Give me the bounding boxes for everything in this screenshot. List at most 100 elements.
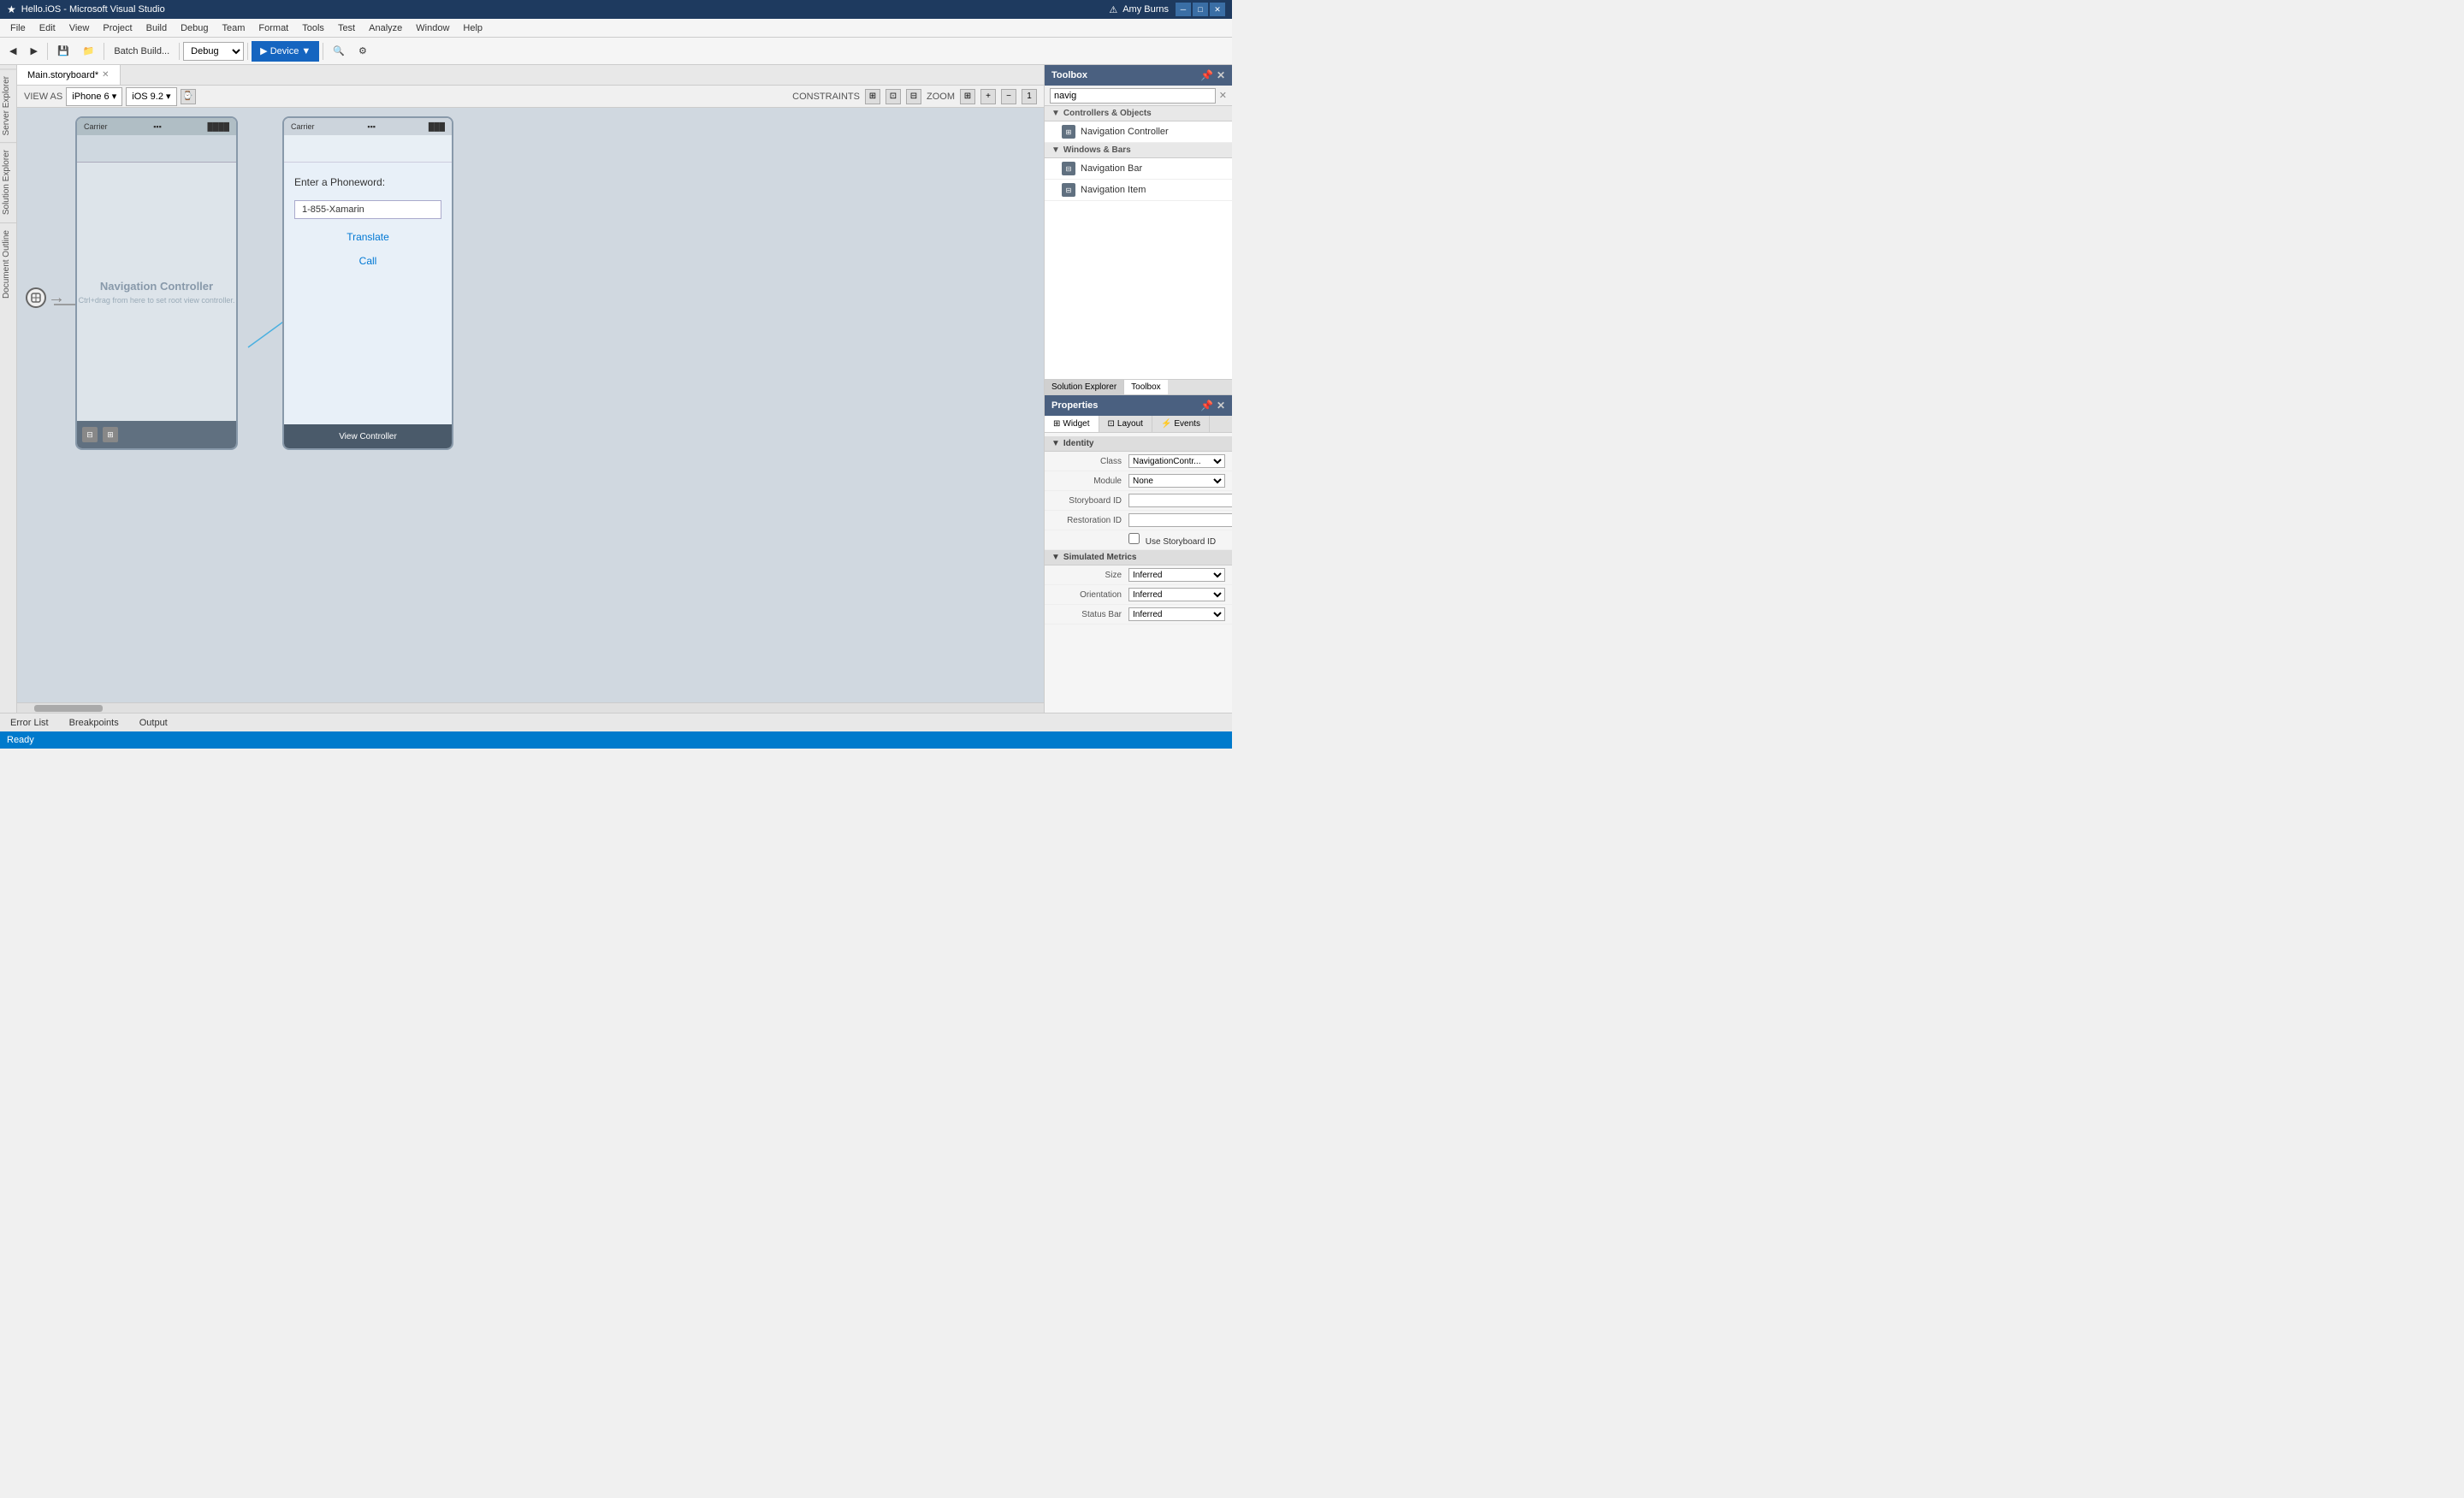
zoom-fit-btn[interactable]: ⊞: [960, 89, 975, 104]
toolbar-icon-btn2[interactable]: ⚙: [352, 41, 373, 62]
call-btn[interactable]: Call: [294, 255, 441, 267]
storyboard-tab-main[interactable]: Main.storyboard* ✕: [17, 65, 121, 85]
constraints-btn2[interactable]: ⊡: [886, 89, 901, 104]
storyboard-controls: VIEW AS iPhone 6 ▾ iOS 9.2 ▾ ⌚ CONSTRAIN…: [17, 86, 1044, 108]
prop-row-orientation: Orientation Inferred: [1045, 585, 1232, 605]
debug-select[interactable]: Debug Release: [183, 42, 244, 61]
canvas-content: → Carrier ▪▪▪ ████: [17, 108, 616, 621]
nav-controller-phone[interactable]: Carrier ▪▪▪ ████ Navigation Controller C…: [75, 116, 238, 450]
menu-view[interactable]: View: [62, 21, 97, 35]
vc-status-bar: Carrier ▪▪▪ ███: [284, 118, 452, 135]
widget-tab-label: Widget: [1063, 419, 1089, 429]
properties-close-btn[interactable]: ✕: [1217, 400, 1225, 412]
toolbox-section-controllers[interactable]: ▼ Controllers & Objects: [1045, 106, 1232, 121]
menu-edit[interactable]: Edit: [33, 21, 62, 35]
constraints-btn3[interactable]: ⊟: [906, 89, 921, 104]
class-label: Class: [1051, 457, 1128, 466]
toolbox-item-nav-item[interactable]: ⊟ Navigation Item: [1045, 180, 1232, 201]
toolbox-section-windows[interactable]: ▼ Windows & Bars: [1045, 143, 1232, 158]
zoom-out-btn[interactable]: −: [1001, 89, 1016, 104]
menu-team[interactable]: Team: [216, 21, 252, 35]
menu-project[interactable]: Project: [96, 21, 139, 35]
window-controls: ─ □ ✕: [1176, 3, 1225, 16]
menu-tools[interactable]: Tools: [295, 21, 331, 35]
minimize-button[interactable]: ─: [1176, 3, 1191, 16]
toolbox-title: Toolbox: [1051, 70, 1087, 80]
size-select[interactable]: Inferred: [1128, 568, 1225, 582]
prop-tab-events[interactable]: ⚡ Events: [1152, 416, 1210, 432]
run-button[interactable]: ▶ Device ▼: [252, 41, 319, 62]
left-sidebar: Server Explorer Solution Explorer Docume…: [0, 65, 17, 713]
menu-build[interactable]: Build: [139, 21, 174, 35]
ios-select[interactable]: iOS 9.2 ▾: [126, 87, 176, 106]
menu-format[interactable]: Format: [252, 21, 295, 35]
use-storyboard-checkbox[interactable]: [1128, 533, 1140, 544]
zoom-in-btn[interactable]: +: [980, 89, 996, 104]
menu-analyze[interactable]: Analyze: [362, 21, 409, 35]
canvas-area[interactable]: → Carrier ▪▪▪ ████: [17, 108, 1044, 702]
menu-debug[interactable]: Debug: [174, 21, 215, 35]
toolbox-search-input[interactable]: [1050, 88, 1216, 104]
restoration-id-input[interactable]: [1128, 513, 1232, 527]
prop-tab-widget[interactable]: ⊞ Widget: [1045, 416, 1099, 432]
restore-button[interactable]: □: [1193, 3, 1208, 16]
device-select[interactable]: iPhone 6 ▾: [66, 87, 122, 106]
toolbar-save-btn[interactable]: 💾: [51, 41, 75, 62]
menu-help[interactable]: Help: [456, 21, 489, 35]
toolbar-icon-btn1[interactable]: 🔍: [327, 41, 351, 62]
events-tab-icon: ⚡: [1161, 419, 1171, 429]
status-bar-label: Status Bar: [1051, 610, 1128, 619]
hscroll-thumb[interactable]: [34, 705, 103, 712]
entry-point: →: [26, 287, 65, 308]
layout-tab-icon: ⊡: [1108, 419, 1115, 429]
toolbar-sep1: [47, 43, 48, 60]
identity-label: Identity: [1063, 439, 1094, 448]
breakpoints-tab[interactable]: Breakpoints: [66, 716, 122, 730]
menu-window[interactable]: Window: [409, 21, 456, 35]
output-tab[interactable]: Output: [136, 716, 171, 730]
toolbox-close-btn[interactable]: ✕: [1217, 69, 1225, 81]
storyboard-tab-close[interactable]: ✕: [102, 70, 109, 80]
storyboard-id-input[interactable]: [1128, 494, 1232, 507]
toolbox-search-clear[interactable]: ✕: [1219, 90, 1227, 101]
class-select[interactable]: NavigationContr...: [1128, 454, 1225, 468]
toolbox-item-nav-controller[interactable]: ⊞ Navigation Controller: [1045, 121, 1232, 143]
simulated-collapse-icon: ▼: [1051, 553, 1060, 562]
prop-row-restoration-id: Restoration ID: [1045, 511, 1232, 530]
canvas-hscroll[interactable]: [17, 702, 1044, 713]
toolbar-back-btn[interactable]: ◀: [3, 41, 22, 62]
entry-arrow-icon: →: [48, 288, 65, 308]
phoneword-input[interactable]: 1-855-Xamarin: [294, 200, 441, 219]
toolbox-items: ▼ Controllers & Objects ⊞ Navigation Con…: [1045, 106, 1232, 379]
properties-pin-btn[interactable]: 📌: [1200, 400, 1213, 412]
toolbox-pin-btn[interactable]: 📌: [1200, 69, 1213, 81]
watch-btn[interactable]: ⌚: [181, 89, 196, 104]
right-panel: Toolbox 📌 ✕ ✕ ▼ Controllers & Objects ⊞ …: [1044, 65, 1232, 713]
toolbar-forward-btn[interactable]: ▶: [24, 41, 43, 62]
sidebar-server-explorer[interactable]: Server Explorer: [0, 68, 16, 142]
toolbar-icon-add: ⊞: [103, 427, 118, 442]
view-controller-phone[interactable]: Carrier ▪▪▪ ███ Enter a Phoneword: 1-855…: [282, 116, 453, 450]
simulated-metrics-header[interactable]: ▼ Simulated Metrics: [1045, 550, 1232, 565]
menu-file[interactable]: File: [3, 21, 33, 35]
toolbox-tab[interactable]: Toolbox: [1123, 380, 1167, 394]
batch-build-btn[interactable]: Batch Build...: [108, 41, 175, 62]
sidebar-document-outline[interactable]: Document Outline: [0, 222, 16, 305]
translate-btn[interactable]: Translate: [294, 231, 441, 243]
error-list-tab[interactable]: Error List: [7, 716, 52, 730]
prop-tab-layout[interactable]: ⊡ Layout: [1099, 416, 1152, 432]
toolbar-open-btn[interactable]: 📁: [77, 41, 101, 62]
zoom-actual-btn[interactable]: 1: [1022, 89, 1037, 104]
status-bar-select[interactable]: Inferred: [1128, 607, 1225, 621]
section-collapse-icon: ▼: [1051, 109, 1060, 118]
toolbox-item-nav-bar[interactable]: ⊟ Navigation Bar: [1045, 158, 1232, 180]
sidebar-solution-explorer[interactable]: Solution Explorer: [0, 142, 16, 222]
identity-section-header[interactable]: ▼ Identity: [1045, 436, 1232, 452]
solution-explorer-tab[interactable]: Solution Explorer: [1045, 380, 1123, 394]
menu-test[interactable]: Test: [331, 21, 362, 35]
close-button[interactable]: ✕: [1210, 3, 1225, 16]
constraints-btn1[interactable]: ⊞: [865, 89, 880, 104]
orientation-select[interactable]: Inferred: [1128, 588, 1225, 601]
module-select[interactable]: None: [1128, 474, 1225, 488]
section-controllers-label: Controllers & Objects: [1063, 109, 1152, 118]
